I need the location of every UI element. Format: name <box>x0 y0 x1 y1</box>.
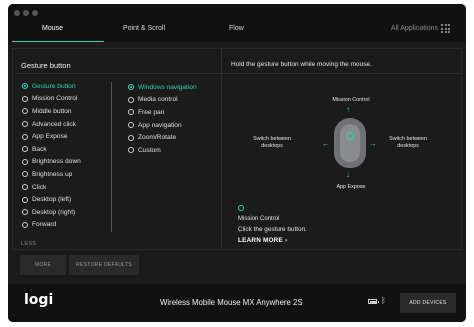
tip-description: Click the gesture button. <box>238 226 307 233</box>
button-panel-title: Gesture button <box>21 61 71 70</box>
arrow-left-icon: ← <box>322 139 330 148</box>
tip-title: Mission Control <box>238 216 280 222</box>
mouse-top-illustration <box>340 124 360 162</box>
radio-icon <box>22 121 28 128</box>
button-option[interactable]: Advanced click <box>22 118 81 131</box>
button-option[interactable]: Middle button <box>22 105 81 118</box>
bluetooth-icon: ᛒ <box>381 296 386 305</box>
radio-icon <box>22 209 28 216</box>
active-tab-indicator <box>12 41 104 42</box>
app-grid-icon[interactable] <box>441 24 450 33</box>
radio-icon <box>22 158 28 165</box>
more-button[interactable]: MORE <box>20 255 66 275</box>
device-name: Wireless Mobile Mouse MX Anywhere 2S <box>160 298 303 307</box>
top-bar: Mouse Point & Scroll Flow All Applicatio… <box>8 4 466 42</box>
gesture-down-label: App Expose <box>336 184 366 190</box>
action-option[interactable]: Media control <box>128 94 197 107</box>
learn-more-link[interactable]: LEARN MORE › <box>238 237 287 244</box>
app-window: Mouse Point & Scroll Flow All Applicatio… <box>8 4 466 322</box>
radio-icon <box>128 84 134 91</box>
tab-point-scroll[interactable]: Point & Scroll <box>123 25 165 32</box>
device-bar: logi Wireless Mobile Mouse MX Anywhere 2… <box>8 284 466 322</box>
button-option[interactable]: Brightness down <box>22 156 81 169</box>
radio-icon <box>22 95 28 102</box>
gesture-button-marker <box>346 132 354 140</box>
radio-icon <box>22 146 28 153</box>
radio-icon <box>22 83 28 90</box>
tab-flow[interactable]: Flow <box>229 25 244 32</box>
button-option[interactable]: Desktop (right) <box>22 206 81 219</box>
gesture-instruction: Hold the gesture button while moving the… <box>231 61 372 68</box>
button-list: Gesture button Mission Control Middle bu… <box>22 80 81 231</box>
radio-icon <box>22 108 28 115</box>
radio-icon <box>22 133 28 140</box>
action-option[interactable]: Free pan <box>128 106 197 119</box>
radio-icon <box>128 122 134 129</box>
tip-marker-icon <box>238 205 244 211</box>
button-option[interactable]: App Expose <box>22 130 81 143</box>
battery-icon <box>368 299 379 304</box>
restore-defaults-button[interactable]: RESTORE DEFAULTS <box>69 255 139 275</box>
gesture-up-label: Mission Control <box>332 97 370 103</box>
action-option[interactable]: App navigation <box>128 119 197 132</box>
chevron-right-icon: › <box>284 237 288 244</box>
logi-logo: logi <box>24 292 54 308</box>
gesture-right-label: Switch between desktops <box>389 136 427 149</box>
button-option[interactable]: Mission Control <box>22 93 81 106</box>
gesture-diagram: Mission Control ↑ Switch between desktop… <box>236 88 456 200</box>
arrow-down-icon: ↓ <box>346 170 350 179</box>
arrow-up-icon: ↑ <box>346 105 350 114</box>
radio-icon <box>128 96 134 103</box>
button-option[interactable]: Back <box>22 143 81 156</box>
radio-icon <box>22 196 28 203</box>
button-option[interactable]: Click <box>22 181 81 194</box>
radio-icon <box>22 221 28 228</box>
tab-mouse[interactable]: Mouse <box>42 25 63 32</box>
all-applications-label[interactable]: All Applications <box>391 25 438 32</box>
maximize-window-button[interactable] <box>32 10 38 16</box>
panel-divider <box>221 48 222 250</box>
radio-icon <box>128 109 134 116</box>
add-devices-button[interactable]: ADD DEVICES <box>400 293 456 313</box>
minimize-window-button[interactable] <box>23 10 29 16</box>
header-divider <box>16 73 462 74</box>
button-option[interactable]: Forward <box>22 219 81 232</box>
action-option[interactable]: Windows navigation <box>128 81 197 94</box>
button-option[interactable]: Brightness up <box>22 168 81 181</box>
close-window-button[interactable] <box>14 10 20 16</box>
button-option[interactable]: Gesture button <box>22 80 81 93</box>
button-option[interactable]: Desktop (left) <box>22 193 81 206</box>
arrow-right-icon: → <box>369 139 377 148</box>
action-option[interactable]: Custom <box>128 144 197 157</box>
action-list: Windows navigation Media control Free pa… <box>128 81 197 157</box>
gesture-left-label: Switch between desktops <box>253 136 291 149</box>
list-divider <box>111 82 112 232</box>
action-option[interactable]: Zoom/Rotate <box>128 131 197 144</box>
radio-icon <box>128 134 134 141</box>
radio-icon <box>22 171 28 178</box>
less-toggle[interactable]: LESS <box>21 241 36 247</box>
radio-icon <box>22 184 28 191</box>
radio-icon <box>128 147 134 154</box>
